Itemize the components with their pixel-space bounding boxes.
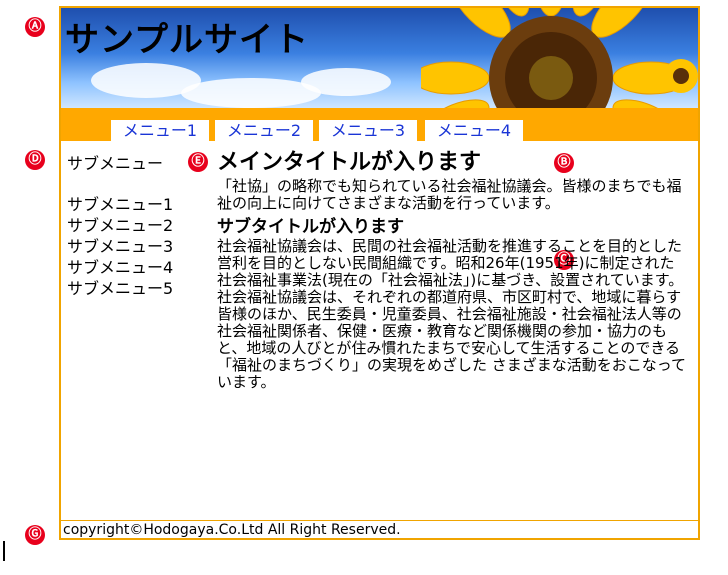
nav-bar: メニュー1 メニュー2 メニュー3 メニュー4 [61, 108, 698, 141]
body-paragraph-2: 社会福祉協議会は、それぞれの都道府県、市区町村で、地域に暮らす皆様のほか、民生委… [217, 288, 687, 391]
footer-copyright: copyright©Hodogaya.Co.Ltd All Right Rese… [61, 520, 700, 539]
sidebar-item-1[interactable]: サブメニュー1 [67, 194, 197, 215]
sidebar-item-5[interactable]: サブメニュー5 [67, 278, 197, 299]
text-cursor [3, 541, 5, 561]
nav-menu-1[interactable]: メニュー1 [111, 120, 209, 141]
sunflower-image [421, 8, 681, 108]
nav-menu-3[interactable]: メニュー3 [319, 120, 417, 141]
marker-g: Ⓖ [25, 525, 45, 545]
sidebar-list: サブメニュー1 サブメニュー2 サブメニュー3 サブメニュー4 サブメニュー5 [67, 194, 197, 299]
nav-menu-4[interactable]: メニュー4 [425, 120, 523, 141]
body-paragraph-1: 社会福祉協議会は、民間の社会福祉活動を推進することを目的とした営利を目的としない… [217, 237, 684, 289]
sidebar-item-2[interactable]: サブメニュー2 [67, 215, 197, 236]
nav-menu-2[interactable]: メニュー2 [215, 120, 313, 141]
marker-e: Ⓔ [188, 152, 208, 172]
main-content: メインタイトルが入ります 「社協」の略称でも知られている社会福祉協議会。皆様のま… [217, 148, 687, 391]
sidebar: サブメニュー サブメニュー1 サブメニュー2 サブメニュー3 サブメニュー4 サ… [67, 150, 197, 299]
marker-d: Ⓓ [25, 150, 45, 170]
main-title: メインタイトルが入ります [217, 150, 482, 175]
intro-paragraph: 「社協」の略称でも知られている社会福祉協議会。皆様のまちでも福祉の向上に向けてさ… [217, 177, 682, 212]
sidebar-heading: サブメニュー [67, 154, 164, 173]
small-sunflower-image [664, 59, 698, 93]
site-title: サンプルサイト [65, 20, 309, 60]
sub-title: サブタイトルが入ります [217, 217, 404, 237]
marker-a: Ⓐ [25, 17, 45, 37]
header-banner: サンプルサイト [61, 8, 698, 108]
sidebar-item-4[interactable]: サブメニュー4 [67, 257, 197, 278]
page-frame: サンプルサイト メニュー1 メニュー2 メニュー3 メニュー4 サブメニュー サ… [59, 6, 700, 540]
sidebar-item-3[interactable]: サブメニュー3 [67, 236, 197, 257]
